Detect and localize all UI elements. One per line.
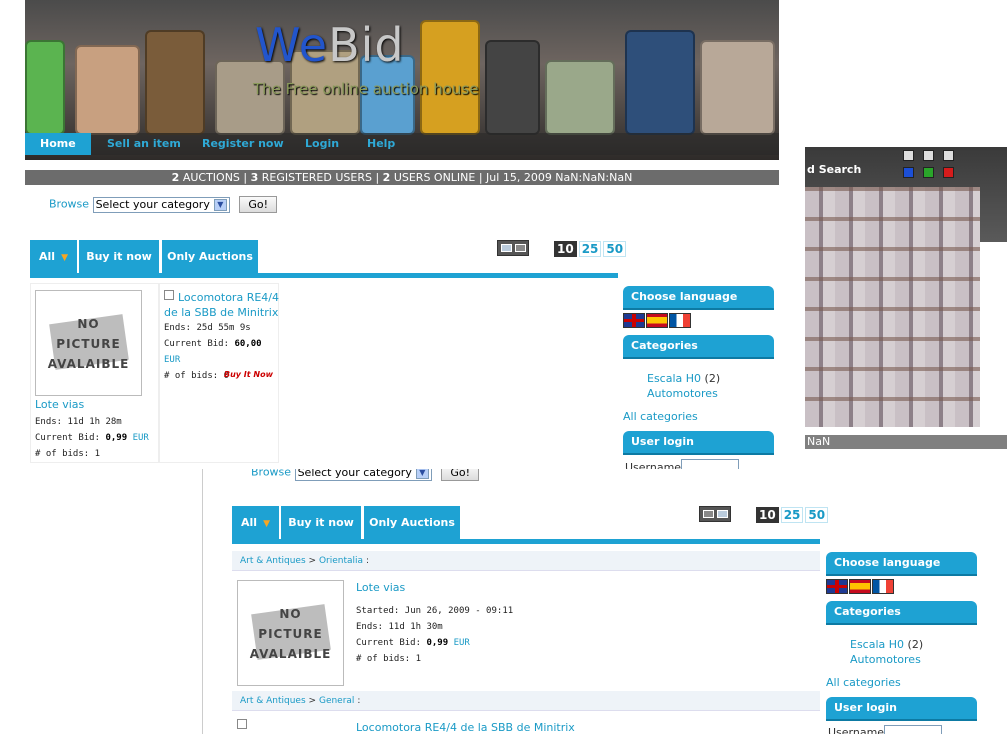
main-nav: Home Sell an item Register now Login Hel…: [25, 133, 779, 155]
item-title-link[interactable]: Lote vias: [35, 398, 84, 411]
grid-view-icon[interactable]: [703, 510, 714, 518]
category-automotores[interactable]: Automotores: [850, 653, 921, 666]
site-stats-bar: 2 AUCTIONS | 3 REGISTERED USERS | 2 USER…: [25, 170, 779, 185]
red-color-icon[interactable]: [943, 167, 954, 178]
language-flags: [826, 579, 895, 595]
header-banner: WeBid The Free online auction house Home…: [25, 0, 779, 160]
go-button[interactable]: Go!: [441, 469, 480, 481]
go-button[interactable]: Go!: [239, 196, 278, 213]
tab-only-auctions[interactable]: Only Auctions: [162, 240, 258, 274]
choose-language-header: Choose language: [826, 552, 977, 574]
item-details: Ends: 11d 1h 28m Current Bid: 0,99 EUR #…: [35, 417, 149, 459]
chevron-down-icon[interactable]: ▼: [415, 469, 429, 479]
crumb-orientalia[interactable]: Orientalia: [319, 556, 363, 566]
nav-home[interactable]: Home: [25, 133, 91, 155]
view-toggle[interactable]: [699, 506, 731, 522]
browse-label: Browse: [49, 197, 90, 211]
nav-sell-item[interactable]: Sell an item: [107, 133, 181, 155]
nav-register[interactable]: Register now: [202, 133, 284, 155]
breadcrumb: Art & Antiques > General :: [232, 691, 820, 711]
tab-underline: [30, 273, 618, 278]
per-page-selector: 10 25 50: [756, 507, 830, 523]
green-color-icon[interactable]: [923, 167, 934, 178]
webid-logo[interactable]: WeBid: [255, 18, 405, 72]
crumb-art-antiques[interactable]: Art & Antiques: [240, 556, 306, 566]
per-page-10[interactable]: 10: [554, 241, 577, 257]
listing-tabs: All ▼ Buy it now Only Auctions: [30, 240, 620, 274]
browse-row: Browse Select your category ▼ Go!: [251, 469, 480, 481]
tab-buy-it-now[interactable]: Buy it now: [281, 506, 361, 540]
english-flag-icon[interactable]: [623, 313, 645, 328]
crumb-general[interactable]: General: [319, 696, 354, 706]
chevron-down-icon[interactable]: ▼: [213, 198, 227, 211]
browse-label: Browse: [251, 469, 292, 479]
choose-language-header: Choose language: [623, 286, 774, 308]
right-stats-bar: NaN: [805, 435, 1007, 449]
tab-all[interactable]: All ▼: [30, 240, 77, 274]
category-automotores[interactable]: Automotores: [647, 387, 718, 400]
no-picture-image[interactable]: NO PICTURE AVALAIBLE: [237, 580, 344, 686]
category-escala-h0[interactable]: Escala H0: [647, 372, 701, 385]
category-escala-h0[interactable]: Escala H0: [850, 638, 904, 651]
crumb-art-antiques[interactable]: Art & Antiques: [240, 696, 306, 706]
french-flag-icon[interactable]: [669, 313, 691, 328]
per-page-10[interactable]: 10: [756, 507, 779, 523]
all-categories-link[interactable]: All categories: [826, 676, 901, 689]
auction-card: Locomotora RE4/4 de la SBB de Minitrix E…: [159, 283, 279, 463]
browse-row: Browse Select your category ▼ Go!: [49, 196, 278, 213]
square-icon[interactable]: [943, 150, 954, 161]
item-details: Started: Jun 26, 2009 - 09:11 Ends: 11d …: [356, 606, 514, 664]
per-page-25[interactable]: 25: [780, 507, 804, 523]
view-toggle[interactable]: [497, 240, 529, 256]
language-flags: [623, 313, 692, 329]
category-select[interactable]: Select your category ▼: [92, 196, 230, 213]
banner-photo-books: [805, 187, 980, 427]
tagline: The Free online auction house: [253, 80, 479, 98]
breadcrumb: Art & Antiques > Orientalia :: [232, 551, 820, 571]
categories-header: Categories: [623, 335, 774, 357]
per-page-25[interactable]: 25: [578, 241, 602, 257]
buy-it-now-badge[interactable]: Buy It Now: [224, 370, 273, 379]
english-flag-icon[interactable]: [826, 579, 848, 594]
no-picture-image[interactable]: NO PICTURE AVALAIBLE: [35, 290, 142, 396]
zoom-in-icon[interactable]: [903, 150, 914, 161]
categories-header: Categories: [826, 601, 977, 623]
username-input[interactable]: [884, 725, 942, 734]
user-login-header: User login: [826, 697, 977, 719]
tab-only-auctions[interactable]: Only Auctions: [364, 506, 460, 540]
french-flag-icon[interactable]: [872, 579, 894, 594]
bottom-window: Browse Select your category ▼ Go! All ▼ Bu…: [202, 469, 981, 734]
category-list: Escala H0 (2) Automotores: [647, 372, 721, 400]
item-title-link[interactable]: Lote vias: [356, 581, 405, 594]
spanish-flag-icon[interactable]: [646, 313, 668, 328]
nav-login[interactable]: Login: [305, 133, 339, 155]
spanish-flag-icon[interactable]: [849, 579, 871, 594]
blue-color-icon[interactable]: [903, 167, 914, 178]
grid-view-icon[interactable]: [501, 244, 512, 252]
tab-buy-it-now[interactable]: Buy it now: [79, 240, 159, 274]
per-page-50[interactable]: 50: [603, 241, 627, 257]
tab-all[interactable]: All ▼: [232, 506, 279, 540]
item-title-link[interactable]: Locomotora RE4/4 de la SBB de Minitrix: [356, 721, 575, 734]
search-label: d Search: [807, 163, 862, 176]
select-checkbox[interactable]: [237, 719, 247, 729]
per-page-50[interactable]: 50: [805, 507, 829, 523]
category-select[interactable]: Select your category ▼: [294, 469, 432, 481]
item-title-link[interactable]: Locomotora RE4/4 de la SBB de Minitrix: [164, 290, 279, 320]
username-input[interactable]: [681, 459, 739, 469]
all-categories-link[interactable]: All categories: [623, 410, 698, 423]
nav-help[interactable]: Help: [367, 133, 395, 155]
listing-tabs: All ▼ Buy it now Only Auctions: [232, 506, 822, 540]
list-view-icon[interactable]: [515, 244, 526, 252]
tab-underline: [232, 539, 820, 544]
username-label: Username: [625, 461, 682, 469]
per-page-selector: 10 25 50: [554, 241, 628, 257]
auction-card: NO PICTURE AVALAIBLE Lote vias Ends: 11d…: [30, 283, 159, 463]
zoom-out-icon[interactable]: [923, 150, 934, 161]
top-window: WeBid The Free online auction house Home…: [25, 0, 805, 469]
category-list: Escala H0 (2) Automotores: [850, 638, 924, 666]
username-label: Username: [828, 726, 885, 734]
user-login-header: User login: [623, 431, 774, 453]
list-view-icon[interactable]: [717, 510, 728, 518]
